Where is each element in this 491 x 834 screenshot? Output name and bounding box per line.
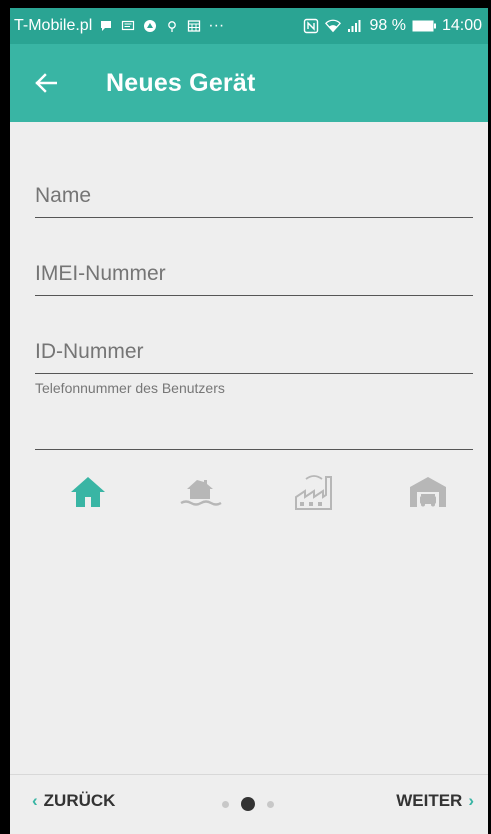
back-nav-label: ZURÜCK bbox=[43, 791, 116, 810]
chat-bubble-icon bbox=[98, 18, 114, 34]
form-content: Telefonnummer des Benutzers bbox=[10, 122, 488, 774]
back-nav-button[interactable]: ‹ ZURÜCK bbox=[32, 791, 115, 811]
battery-percent: 98 % bbox=[369, 17, 406, 34]
phone-underline bbox=[35, 449, 473, 450]
status-right: 98 % 14:00 bbox=[303, 17, 482, 35]
page-dot-1 bbox=[222, 800, 229, 808]
name-underline bbox=[35, 217, 473, 218]
next-nav-label: WEITER bbox=[396, 791, 463, 810]
app-screen: T-Mobile.pl ··· 98 % 14:00 Neues Gerät N… bbox=[10, 8, 488, 834]
nfc-icon bbox=[303, 18, 319, 34]
app-icon bbox=[142, 18, 158, 34]
name-input[interactable] bbox=[35, 184, 473, 208]
device-type-selector bbox=[10, 464, 488, 524]
device-type-waterfront[interactable] bbox=[173, 464, 229, 520]
back-button[interactable] bbox=[18, 55, 74, 111]
wifi-icon bbox=[325, 18, 342, 34]
arrow-left-icon bbox=[35, 73, 57, 93]
phone-field bbox=[35, 414, 473, 454]
carrier-label: T-Mobile.pl bbox=[14, 17, 93, 34]
id-input[interactable] bbox=[35, 340, 473, 364]
house-water-icon bbox=[179, 474, 223, 510]
imei-input[interactable] bbox=[35, 262, 473, 286]
battery-icon bbox=[412, 18, 436, 34]
phone-input[interactable] bbox=[35, 414, 473, 438]
chevron-right-icon: › bbox=[468, 791, 474, 810]
phone-helper-text: Telefonnummer des Benutzers bbox=[35, 380, 225, 396]
id-underline bbox=[35, 373, 473, 374]
device-type-garage[interactable] bbox=[400, 464, 456, 520]
device-type-factory[interactable] bbox=[287, 464, 343, 520]
page-dot-2 bbox=[241, 797, 255, 811]
status-left: T-Mobile.pl ··· bbox=[14, 17, 224, 35]
clock: 14:00 bbox=[441, 17, 482, 34]
chevron-left-icon: ‹ bbox=[32, 791, 38, 810]
app-bar: Neues Gerät bbox=[10, 44, 488, 122]
factory-icon bbox=[292, 471, 338, 513]
garage-icon bbox=[407, 474, 449, 510]
signal-icon bbox=[347, 18, 363, 34]
imei-underline bbox=[35, 295, 473, 296]
wizard-navigation: ‹ ZURÜCK WEITER › bbox=[10, 774, 488, 834]
location-icon bbox=[164, 18, 180, 34]
message-icon bbox=[120, 18, 136, 34]
name-field bbox=[35, 184, 473, 224]
id-field bbox=[35, 340, 473, 380]
house-icon bbox=[68, 474, 108, 510]
device-type-house[interactable] bbox=[60, 464, 116, 520]
page-indicator bbox=[222, 797, 274, 811]
next-nav-button[interactable]: WEITER › bbox=[396, 791, 474, 811]
page-title: Neues Gerät bbox=[106, 68, 256, 97]
more-notifications: ··· bbox=[208, 17, 225, 34]
status-bar: T-Mobile.pl ··· 98 % 14:00 bbox=[10, 8, 488, 44]
imei-field bbox=[35, 262, 473, 302]
calendar-icon bbox=[186, 18, 202, 34]
page-dot-3 bbox=[267, 800, 274, 808]
